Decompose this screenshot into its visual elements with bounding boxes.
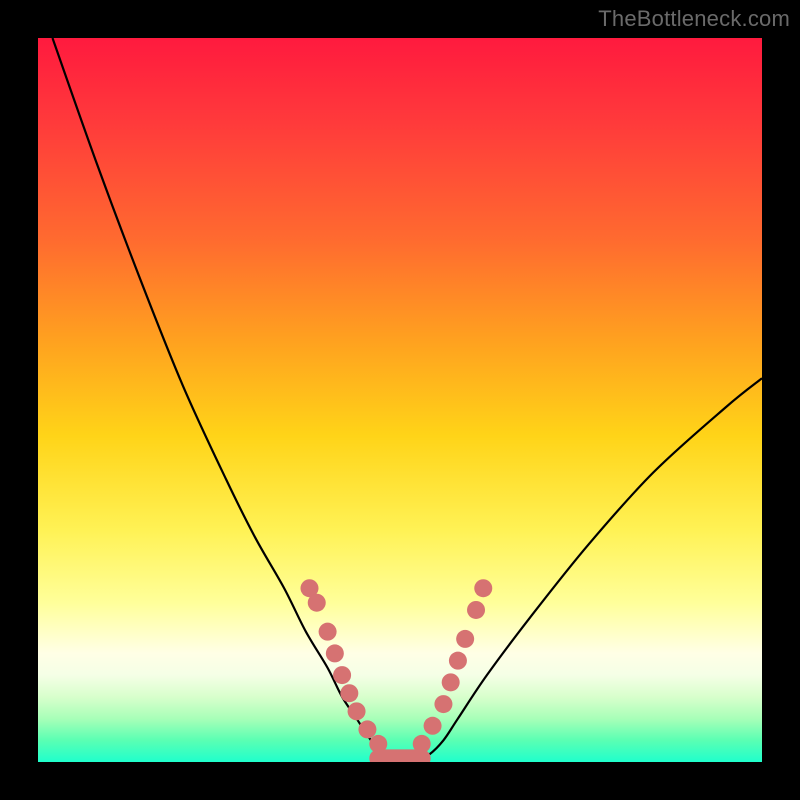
data-marker [326, 644, 344, 662]
data-marker [358, 720, 376, 738]
data-marker [424, 717, 442, 735]
data-marker [449, 652, 467, 670]
data-marker [319, 623, 337, 641]
chart-container: TheBottleneck.com [0, 0, 800, 800]
watermark-text: TheBottleneck.com [598, 6, 790, 32]
data-marker [474, 579, 492, 597]
data-marker [467, 601, 485, 619]
data-marker [456, 630, 474, 648]
data-marker [434, 695, 452, 713]
data-marker [442, 673, 460, 691]
data-markers [301, 579, 493, 753]
data-marker [333, 666, 351, 684]
plot-area [38, 38, 762, 762]
data-marker [413, 735, 431, 753]
data-marker [369, 735, 387, 753]
data-marker [348, 702, 366, 720]
bottleneck-curve [52, 38, 762, 762]
data-marker [340, 684, 358, 702]
data-marker [308, 594, 326, 612]
plot-svg [38, 38, 762, 762]
